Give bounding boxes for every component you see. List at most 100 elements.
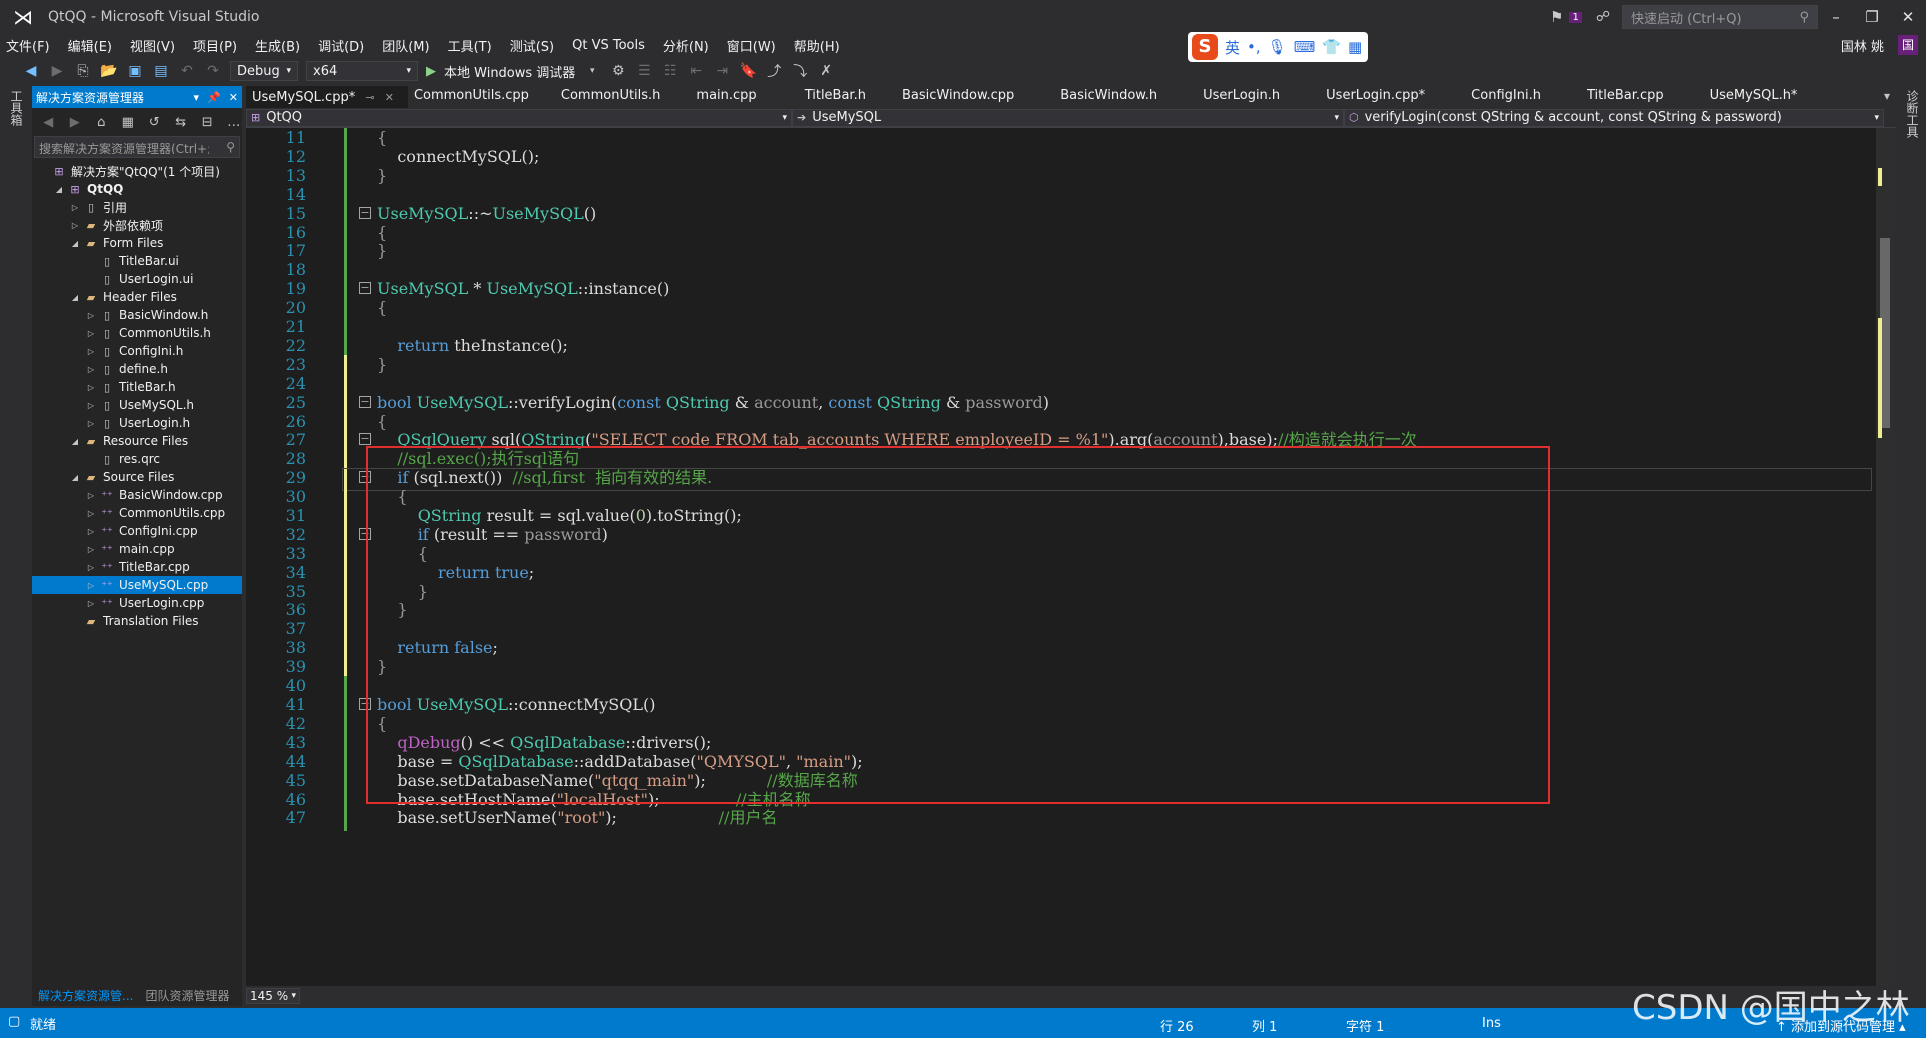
configuration-select[interactable]: Debug ▾: [230, 61, 298, 81]
redo-icon[interactable]: ↷: [204, 63, 222, 79]
collapsed-arrow-icon[interactable]: ▷: [84, 347, 98, 356]
tree-item[interactable]: ◢ ▰ Resource Files: [32, 432, 242, 450]
back-icon[interactable]: ◀: [40, 115, 57, 130]
collapse-outline-icon[interactable]: −: [359, 282, 371, 294]
pin-icon[interactable]: 📌: [207, 91, 221, 104]
menu-view[interactable]: 视图(V): [130, 36, 175, 55]
menu-window[interactable]: 窗口(W): [727, 36, 776, 55]
keyboard-icon[interactable]: ⌨: [1294, 38, 1316, 56]
ime-language-toggle[interactable]: 英: [1225, 37, 1240, 58]
collapsed-arrow-icon[interactable]: ▷: [84, 599, 98, 608]
tree-item[interactable]: ▷ ▯ define.h: [32, 360, 242, 378]
close-tab-icon[interactable]: ✕: [385, 91, 394, 104]
more-icon[interactable]: …: [226, 115, 243, 130]
next-bookmark-icon[interactable]: ⤵: [791, 61, 809, 81]
open-file-icon[interactable]: 📂: [100, 63, 118, 79]
indent-icon[interactable]: ⇥: [713, 63, 731, 79]
tree-item[interactable]: ▷ ⁺⁺ UseMySQL.cpp: [32, 576, 242, 594]
status-line[interactable]: 行 26: [1160, 1016, 1194, 1035]
tree-item[interactable]: ▷ ▯ UserLogin.h: [32, 414, 242, 432]
tab-titlebar-cpp[interactable]: TitleBar.cpp: [1581, 86, 1704, 108]
user-name[interactable]: 国林 姚: [1841, 36, 1884, 55]
tab-main-cpp[interactable]: main.cpp: [690, 86, 798, 108]
sync-icon[interactable]: ⇆: [173, 115, 190, 130]
solution-explorer-search-input[interactable]: 搜索解决方案资源管理器(Ctrl+;) ⚲: [34, 136, 240, 158]
collapse-all-icon[interactable]: ⊟: [199, 115, 216, 130]
menu-file[interactable]: 文件(F): [6, 36, 50, 55]
tree-item[interactable]: ▷ ⁺⁺ TitleBar.cpp: [32, 558, 242, 576]
tab-basicwindow-cpp[interactable]: BasicWindow.cpp: [896, 86, 1054, 108]
chevron-down-icon[interactable]: ▾: [194, 91, 200, 104]
scope-dropdown[interactable]: ➔ UseMySQL ▾: [792, 108, 1344, 127]
comment-icon[interactable]: ☰: [635, 63, 653, 79]
menu-build[interactable]: 生成(B): [255, 36, 300, 55]
collapse-outline-icon[interactable]: −: [359, 207, 371, 219]
expanded-arrow-icon[interactable]: ◢: [68, 473, 82, 482]
tree-item[interactable]: ▷ ▯ TitleBar.h: [32, 378, 242, 396]
toolbox-icon[interactable]: ▦: [1348, 38, 1362, 56]
notification-badge[interactable]: 1: [1569, 11, 1582, 23]
tab-userlogin-cpp[interactable]: UserLogin.cpp*: [1320, 86, 1465, 108]
clear-bookmarks-icon[interactable]: ✗: [817, 63, 835, 79]
collapsed-arrow-icon[interactable]: ▷: [84, 581, 98, 590]
tree-item[interactable]: ◢ ⊞ QtQQ: [32, 180, 242, 198]
save-icon[interactable]: ▣: [126, 63, 144, 79]
tree-item[interactable]: ▷ ⁺⁺ BasicWindow.cpp: [32, 486, 242, 504]
tab-team-explorer[interactable]: 团队资源管理器: [139, 987, 235, 1004]
toolbox-tab[interactable]: 工具箱: [8, 90, 25, 126]
collapse-outline-icon[interactable]: −: [359, 433, 371, 445]
menu-test[interactable]: 测试(S): [510, 36, 554, 55]
menu-tools[interactable]: 工具(T): [448, 36, 492, 55]
expanded-arrow-icon[interactable]: ◢: [68, 437, 82, 446]
tab-commonutils-cpp[interactable]: CommonUtils.cpp: [408, 86, 543, 108]
collapsed-arrow-icon[interactable]: ▷: [84, 491, 98, 500]
collapsed-arrow-icon[interactable]: ▷: [84, 545, 98, 554]
tree-item[interactable]: ▷ ▯ CommonUtils.h: [32, 324, 242, 342]
menu-team[interactable]: 团队(M): [382, 36, 429, 55]
browser-link-icon[interactable]: ⚙: [609, 63, 627, 79]
tree-item[interactable]: ◢ ▰ Form Files: [32, 234, 242, 252]
tree-item[interactable]: ▷ ▯ 引用: [32, 198, 242, 216]
expanded-arrow-icon[interactable]: ◢: [68, 239, 82, 248]
tree-item[interactable]: ▷ ⁺⁺ main.cpp: [32, 540, 242, 558]
navigate-back-icon[interactable]: ◀: [22, 63, 40, 79]
code-text-area[interactable]: 11{12 connectMySQL(); 13} 14 15− UseMySQL::~…: [246, 128, 1876, 986]
collapsed-arrow-icon[interactable]: ▷: [84, 527, 98, 536]
tree-item[interactable]: ▷ ▯ UseMySQL.h: [32, 396, 242, 414]
ime-punctuation-icon[interactable]: •,: [1247, 38, 1261, 56]
switch-views-icon[interactable]: ▦: [120, 115, 137, 130]
member-dropdown[interactable]: ⬡ verifyLogin(const QString & account, co…: [1344, 108, 1884, 127]
tree-item[interactable]: ▷ ⁺⁺ CommonUtils.cpp: [32, 504, 242, 522]
platform-select[interactable]: x64 ▾: [306, 61, 418, 81]
project-dropdown[interactable]: ⊞ QtQQ ▾: [246, 108, 792, 127]
status-insert-mode[interactable]: Ins: [1482, 1016, 1501, 1031]
tab-usemysql-h[interactable]: UseMySQL.h*: [1704, 86, 1812, 108]
collapsed-arrow-icon[interactable]: ▷: [84, 509, 98, 518]
tab-titlebar-h[interactable]: TitleBar.h: [799, 86, 896, 108]
zoom-select[interactable]: 145 % ▾: [246, 988, 300, 1004]
collapse-outline-icon[interactable]: −: [359, 528, 371, 540]
expanded-arrow-icon[interactable]: ◢: [68, 293, 82, 302]
tab-commonutils-h[interactable]: CommonUtils.h: [543, 86, 691, 108]
collapsed-arrow-icon[interactable]: ▷: [68, 221, 82, 230]
minimize-icon[interactable]: –: [1818, 8, 1854, 26]
status-column[interactable]: 列 1: [1252, 1016, 1277, 1035]
save-all-icon[interactable]: ▤: [152, 63, 170, 79]
collapsed-arrow-icon[interactable]: ▷: [84, 401, 98, 410]
outdent-icon[interactable]: ⇤: [687, 63, 705, 79]
tab-solution-explorer[interactable]: 解决方案资源管...: [32, 987, 139, 1004]
tab-configini-h[interactable]: ConfigIni.h: [1465, 86, 1581, 108]
collapsed-arrow-icon[interactable]: ▷: [68, 203, 82, 212]
skin-icon[interactable]: 👕: [1322, 38, 1341, 56]
tree-item[interactable]: ▷ ▯ BasicWindow.h: [32, 306, 242, 324]
microphone-icon[interactable]: 🎙: [1268, 38, 1287, 56]
history-icon[interactable]: ↺: [146, 115, 163, 130]
start-debugging-icon[interactable]: ▶: [426, 64, 436, 79]
menu-qt-vs-tools[interactable]: Qt VS Tools: [572, 38, 645, 53]
menu-help[interactable]: 帮助(H): [794, 36, 840, 55]
feedback-icon[interactable]: ☍: [1596, 9, 1610, 25]
tree-item[interactable]: ▯ TitleBar.ui: [32, 252, 242, 270]
menu-debug[interactable]: 调试(D): [318, 36, 364, 55]
collapsed-arrow-icon[interactable]: ▷: [84, 329, 98, 338]
navigate-forward-icon[interactable]: ▶: [48, 63, 66, 79]
